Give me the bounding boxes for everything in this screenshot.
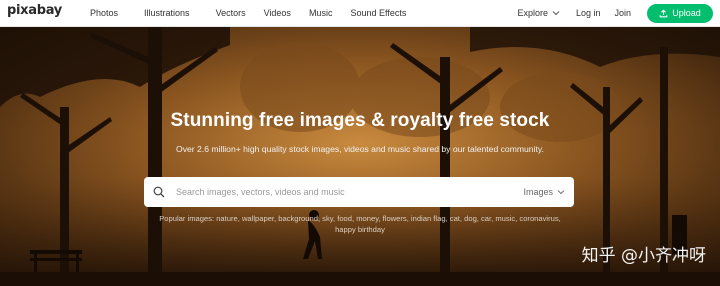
login-link[interactable]: Log in (576, 8, 601, 18)
explore-menu[interactable]: Explore (517, 8, 560, 18)
nav-vectors[interactable]: Vectors (216, 8, 246, 18)
main-nav: Photos Illustrations Vectors Videos Musi… (90, 0, 429, 26)
upload-button[interactable]: Upload (647, 3, 713, 23)
search-input[interactable] (174, 186, 508, 198)
hero-subline: Over 2.6 million+ high quality stock ima… (176, 144, 544, 154)
page: pixabay Photos Illustrations Vectors Vid… (0, 0, 720, 286)
nav-photos[interactable]: Photos (90, 8, 118, 18)
account-nav: Explore Log in Join Upload (517, 0, 720, 26)
pixabay-logo[interactable]: pixabay (7, 3, 62, 18)
explore-label: Explore (517, 8, 548, 18)
hero-headline: Stunning free images & royalty free stoc… (170, 110, 550, 131)
hero-section: Stunning free images & royalty free stoc… (0, 27, 720, 286)
upload-icon (659, 9, 668, 17)
upload-label: Upload (672, 8, 701, 18)
popular-line-1[interactable]: Popular images: nature, wallpaper, backg… (140, 213, 580, 224)
popular-searches: Popular images: nature, wallpaper, backg… (140, 213, 580, 235)
join-link[interactable]: Join (614, 8, 631, 18)
nav-videos[interactable]: Videos (264, 8, 291, 18)
chevron-down-icon (557, 190, 565, 195)
search-icon[interactable] (153, 186, 165, 198)
zhihu-watermark: 知乎 @小齐冲呀 (581, 246, 706, 266)
top-header: pixabay Photos Illustrations Vectors Vid… (0, 0, 720, 27)
popular-line-2[interactable]: happy birthday (140, 224, 580, 235)
search-type-label: Images (523, 187, 553, 197)
search-bar: Images (144, 177, 574, 207)
search-type-select[interactable]: Images (523, 177, 565, 207)
nav-sound-effects[interactable]: Sound Effects (350, 8, 406, 18)
nav-illustrations[interactable]: Illustrations (144, 8, 190, 18)
chevron-down-icon (552, 11, 560, 16)
nav-music[interactable]: Music (309, 8, 333, 18)
